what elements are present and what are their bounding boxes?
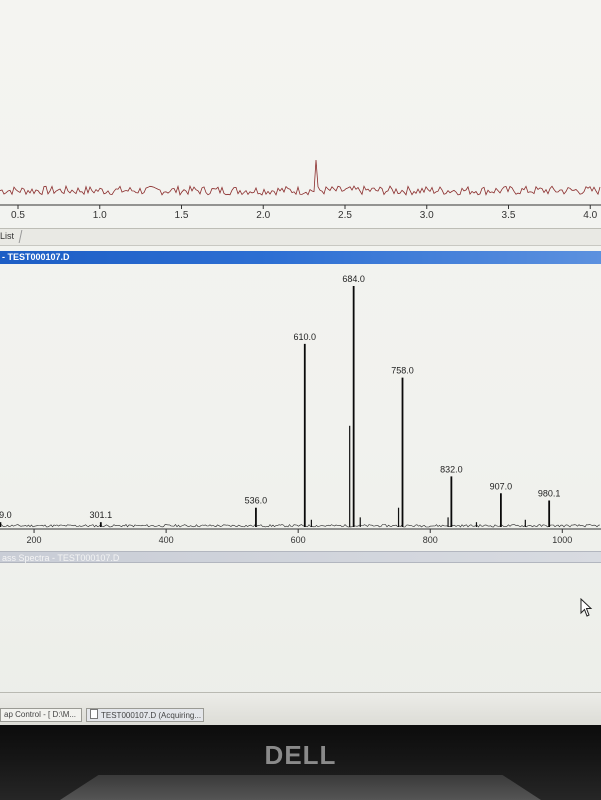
- spectrum-x-tick-label: 1000: [552, 535, 572, 545]
- spectrum-peak-label: 301.1: [90, 510, 113, 520]
- screen: 0.5 1.0 1.5 2.0 2.5 3.0 3.5 4.0 List - TEST0001…: [0, 0, 601, 725]
- spectrum-x-tick-label: 200: [27, 535, 42, 545]
- tic-tick-label: 3.0: [420, 210, 434, 221]
- spectrum-peak-label: 758.0: [391, 366, 414, 376]
- spectrum-x-tick-label: 800: [423, 535, 438, 545]
- taskbar: ap Control - [ D:\M... TEST000107.D (Acq…: [0, 692, 601, 725]
- taskbar-item-test-file[interactable]: TEST000107.D (Acquiring...: [86, 708, 204, 722]
- tic-tick-label: 0.5: [11, 210, 25, 221]
- spectrum-peaks: [0, 286, 551, 527]
- mass-spectrum-title-bar[interactable]: - TEST000107.D: [0, 251, 601, 264]
- spectrum-x-ticks: 200 400 600 800 1000: [27, 529, 572, 545]
- tab-strip: List: [0, 228, 601, 246]
- monitor-stand: [60, 775, 541, 800]
- taskbar-item-label: TEST000107.D (Acquiring...: [101, 711, 202, 720]
- taskbar-item-app-control[interactable]: ap Control - [ D:\M...: [0, 708, 82, 722]
- tic-tick-label: 1.5: [175, 210, 189, 221]
- spectrum-peak-label: 684.0: [342, 274, 365, 284]
- document-icon: [90, 709, 98, 719]
- mouse-cursor-icon: [580, 598, 593, 617]
- spectrum-peak-labels: 149.0 301.1 536.0 610.0 684.0 758.0 832.0 907.0…: [0, 274, 560, 520]
- tic-chromatogram: 0.5 1.0 1.5 2.0 2.5 3.0 3.5 4.0: [0, 159, 601, 221]
- mass-spectrum-chart: 149.0 301.1 536.0 610.0 684.0 758.0 832.0 907.0…: [0, 274, 601, 545]
- mass-spectra-panel-title[interactable]: ass Spectra - TEST000107.D: [0, 551, 601, 563]
- tic-tick-label: 3.5: [502, 210, 516, 221]
- tic-tick-label: 1.0: [93, 210, 107, 221]
- spectrum-x-tick-label: 400: [159, 535, 174, 545]
- taskbar-item-label: ap Control - [ D:\M...: [4, 710, 77, 719]
- tic-tick-label: 2.5: [338, 210, 352, 221]
- tic-tick-label: 2.0: [256, 210, 270, 221]
- tic-axis-ticks: 0.5 1.0 1.5 2.0 2.5 3.0 3.5 4.0: [11, 205, 598, 221]
- monitor-brand-logo: DELL: [264, 740, 337, 770]
- spectrum-peak-label: 907.0: [490, 481, 513, 491]
- spectrum-peak-label: 149.0: [0, 510, 12, 520]
- spectrum-peak-label: 980.1: [538, 488, 561, 498]
- spectrum-peak-label: 832.0: [440, 464, 463, 474]
- tab-list-label: List: [0, 231, 15, 241]
- tic-tick-label: 4.0: [583, 210, 597, 221]
- spectrum-baseline-noise: [0, 524, 601, 528]
- spectrum-peak-label: 610.0: [294, 332, 317, 342]
- spectrum-x-tick-label: 600: [291, 535, 306, 545]
- tic-trace: [0, 159, 601, 196]
- spectrum-minor-peaks: [310, 425, 526, 527]
- tab-list[interactable]: List: [0, 230, 23, 243]
- spectrum-peak-label: 536.0: [245, 496, 268, 506]
